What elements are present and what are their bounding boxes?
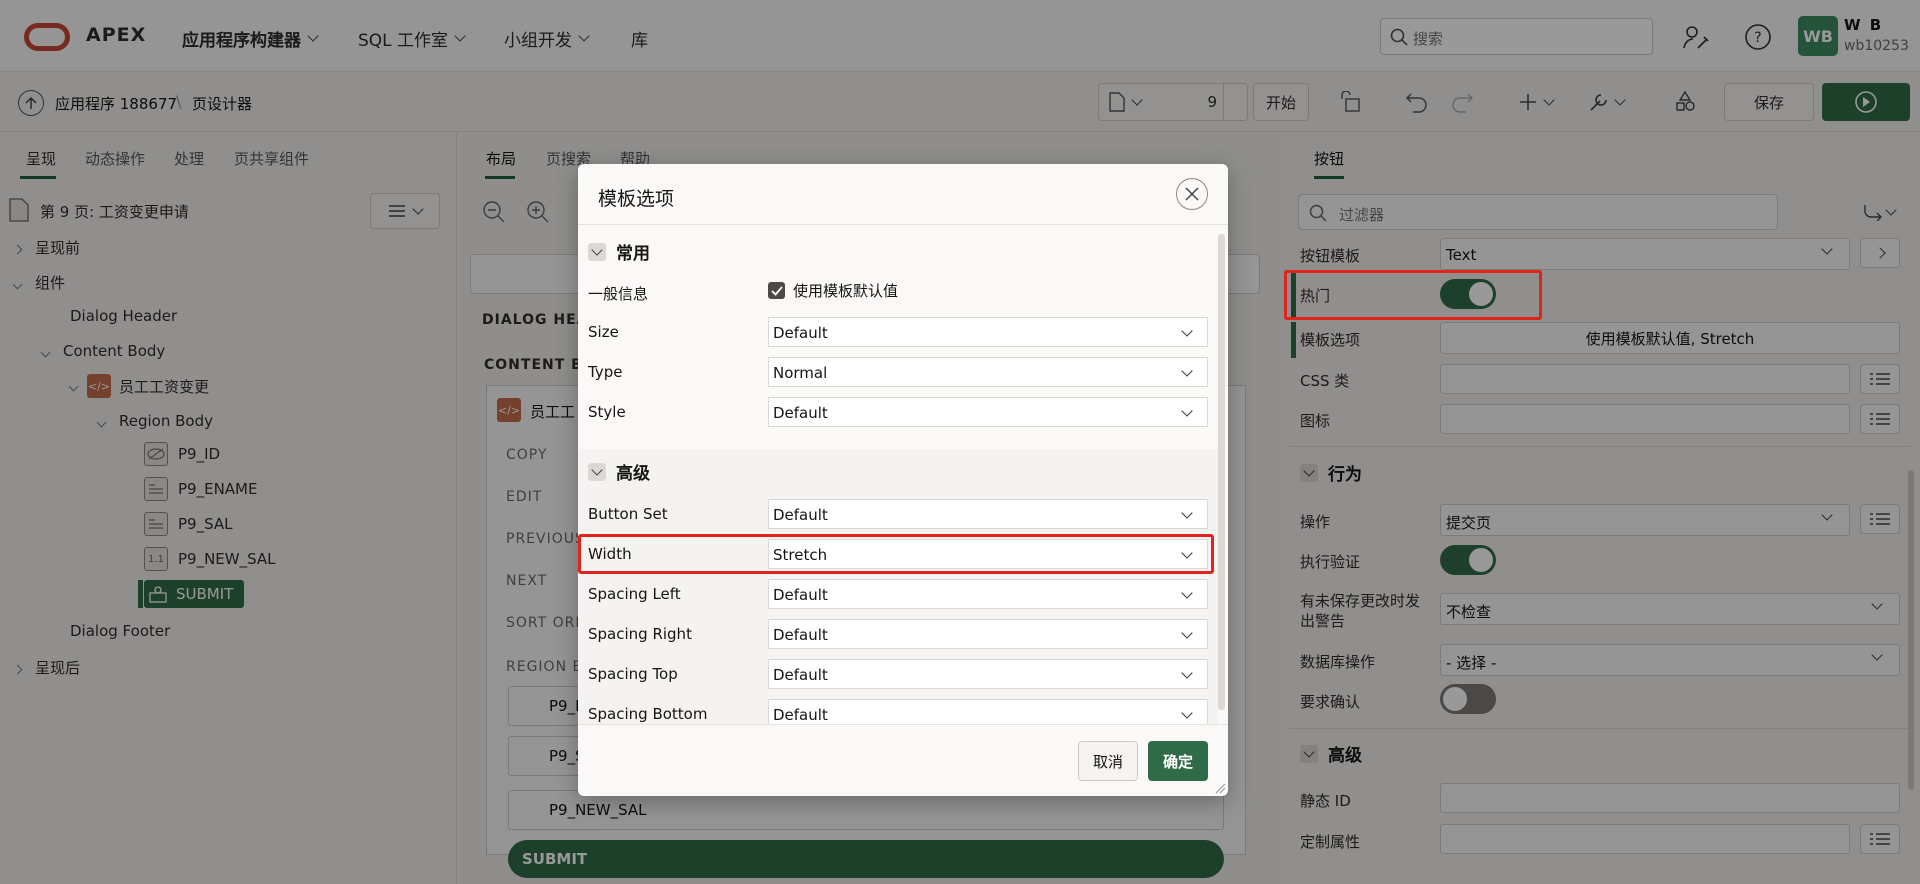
collapse-icon xyxy=(588,242,606,261)
highlight-width xyxy=(578,534,1214,574)
button-set-label: Button Set xyxy=(588,505,668,523)
size-select[interactable]: Default xyxy=(768,317,1208,347)
button-set-value: Default xyxy=(773,506,828,524)
advanced-section-header[interactable]: 高级 xyxy=(588,459,650,484)
chevron-down-icon xyxy=(1181,627,1193,639)
size-label: Size xyxy=(588,323,619,341)
checkbox-checked-icon xyxy=(768,282,785,299)
close-button[interactable] xyxy=(1176,178,1208,210)
button-set-select[interactable]: Default xyxy=(768,499,1208,529)
common-section-title: 常用 xyxy=(616,244,650,264)
type-select[interactable]: Normal xyxy=(768,357,1208,387)
spacing-right-select[interactable]: Default xyxy=(768,619,1208,649)
use-default-checkbox[interactable]: 使用模板默认值 xyxy=(768,280,898,301)
chevron-down-icon xyxy=(1181,707,1193,719)
chevron-down-icon xyxy=(1181,587,1193,599)
chevron-down-icon xyxy=(1181,507,1193,519)
use-default-label: 使用模板默认值 xyxy=(793,282,899,300)
cancel-button[interactable]: 取消 xyxy=(1078,741,1138,781)
spacing-left-select[interactable]: Default xyxy=(768,579,1208,609)
spacing-bottom-value: Default xyxy=(773,706,828,724)
spacing-top-select[interactable]: Default xyxy=(768,659,1208,689)
spacing-bottom-label: Spacing Bottom xyxy=(588,705,708,723)
spacing-left-label: Spacing Left xyxy=(588,585,681,603)
common-section-header[interactable]: 常用 xyxy=(588,239,650,264)
spacing-left-value: Default xyxy=(773,586,828,604)
spacing-top-value: Default xyxy=(773,666,828,684)
chevron-down-icon xyxy=(1181,405,1193,417)
chevron-down-icon xyxy=(1181,325,1193,337)
general-label: 一般信息 xyxy=(588,285,649,303)
spacing-bottom-select[interactable]: Default xyxy=(768,699,1208,724)
style-value: Default xyxy=(773,404,828,422)
advanced-section-title: 高级 xyxy=(616,464,650,484)
dialog-footer-divider xyxy=(578,724,1228,725)
highlight-hot-overlay xyxy=(1284,270,1542,320)
spacing-top-label: Spacing Top xyxy=(588,665,678,683)
chevron-down-icon xyxy=(591,243,603,256)
style-label: Style xyxy=(588,403,626,421)
size-value: Default xyxy=(773,324,828,342)
style-select[interactable]: Default xyxy=(768,397,1208,427)
spacing-right-label: Spacing Right xyxy=(588,625,692,643)
close-icon xyxy=(1185,187,1199,201)
dialog-body: 常用 一般信息 使用模板默认值 Size Default Type Normal… xyxy=(578,224,1228,724)
chevron-down-icon xyxy=(1181,365,1193,377)
type-label: Type xyxy=(588,363,623,381)
spacing-right-value: Default xyxy=(773,626,828,644)
dialog-title: 模板选项 xyxy=(598,188,675,210)
chevron-down-icon xyxy=(591,463,603,476)
resize-handle-icon[interactable] xyxy=(1214,782,1226,794)
template-options-dialog: 模板选项 常用 一般信息 使用模板默认值 Size Default Type N… xyxy=(578,164,1228,796)
ok-button[interactable]: 确定 xyxy=(1148,741,1208,781)
chevron-down-icon xyxy=(1181,667,1193,679)
type-value: Normal xyxy=(773,364,828,382)
collapse-icon xyxy=(588,462,606,481)
dialog-scrollbar[interactable] xyxy=(1218,234,1225,710)
